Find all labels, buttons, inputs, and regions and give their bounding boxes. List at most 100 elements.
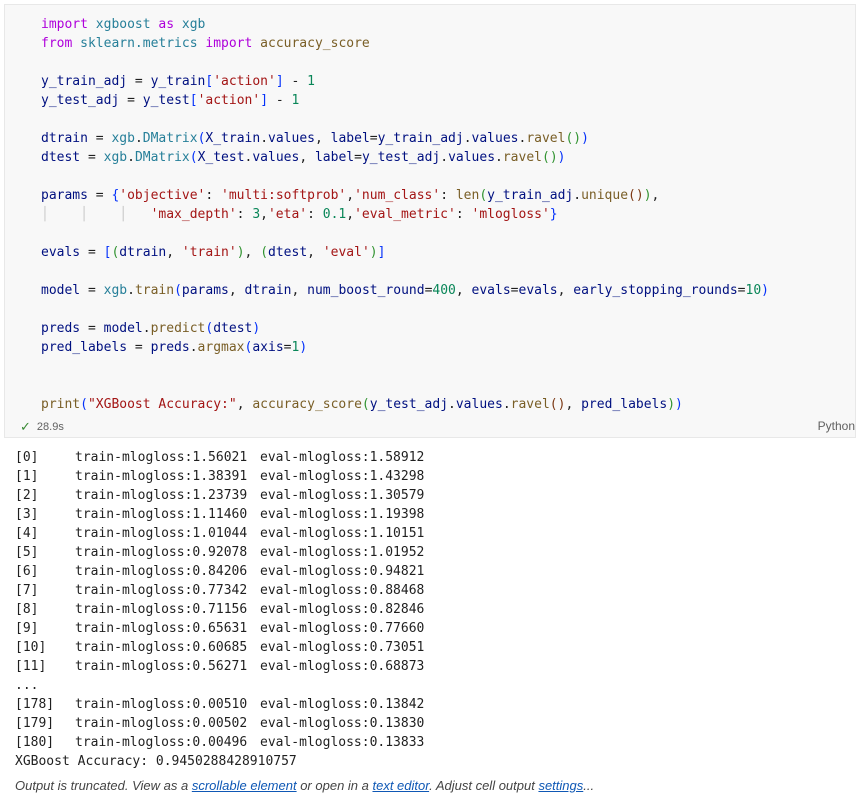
code-line: evals = [(dtrain, 'train'), (dtest, 'eva… [41,243,769,262]
output-line: [7] train-mlogloss:0.77342 eval-mlogloss:0… [15,581,424,600]
eval-loss: eval-mlogloss:1.10151 [260,526,425,541]
code-token: model [103,321,143,336]
code-token: evals [518,283,558,298]
code-token: xgb [181,17,206,32]
code-token: . [127,283,135,298]
code-token: . [134,131,143,146]
code-token: print [41,397,81,412]
eval-loss: eval-mlogloss:0.13842 [260,697,425,712]
settings-link[interactable]: settings [538,778,583,793]
train-loss: train-mlogloss:0.84206 [75,564,248,579]
iteration-index: [9] [15,621,39,636]
code-token: ravel [510,397,550,412]
code-token: values [252,150,300,165]
accuracy-output: XGBoost Accuracy: 0.9450288428910757 [15,754,297,769]
cell-language-button[interactable]: Python [818,419,855,433]
code-token: () [549,397,566,412]
code-token: 'eval_metric' [354,207,456,222]
code-token: xgb [103,283,128,298]
code-token: , [346,207,355,222]
code-token: ) [581,131,589,146]
output-line: [5] train-mlogloss:0.92078 eval-mlogloss:1… [15,543,424,562]
code-token: 400 [432,283,456,298]
text-editor-link[interactable]: text editor [372,778,429,793]
train-loss: train-mlogloss:0.71156 [75,602,248,617]
code-token: y_test_adj [361,150,441,165]
code-token: : [236,207,253,222]
code-token: , [557,283,574,298]
code-token: ] [377,245,386,260]
output-line: [4] train-mlogloss:1.01044 eval-mlogloss:1… [15,524,424,543]
code-token: ( [189,150,198,165]
code-token: y_test_adj [41,93,120,108]
code-token: y_test [142,93,190,108]
iteration-index: ... [15,678,39,693]
code-token: ) [643,188,652,203]
iteration-index: [6] [15,564,39,579]
code-token: . [448,397,456,412]
code-token: : [455,207,472,222]
output-line: [178] train-mlogloss:0.00510 eval-mlogloss… [15,695,424,714]
code-token: 'mlogloss' [471,207,550,222]
code-token: y_train_adj [487,188,574,203]
code-token: ) [369,245,378,260]
code-token: = [119,93,143,108]
code-token: values [268,131,315,146]
eval-loss: eval-mlogloss:0.88468 [260,583,425,598]
code-token: values [471,131,519,146]
code-token: , [244,245,261,260]
code-token: ) [761,283,769,298]
code-token: len [455,188,480,203]
code-token: 'action' [213,74,276,89]
eval-loss: eval-mlogloss:0.68873 [260,659,425,674]
code-token: dtest [268,245,308,260]
train-loss: train-mlogloss:0.77342 [75,583,248,598]
iteration-index: [0] [15,450,39,465]
code-token: from [41,36,73,51]
code-token: ( [80,397,88,412]
code-token: , [236,397,253,412]
code-token: , [565,397,582,412]
execution-time: 28.9s [36,421,64,433]
code-token: DMatrix [134,150,190,165]
code-line: dtest = xgb.DMatrix(X_test.values, label… [41,148,769,167]
train-loss: train-mlogloss:0.00496 [75,735,248,750]
code-token: unique [581,188,629,203]
code-token: label [330,131,370,146]
code-editor[interactable]: import xgboost as xgb from sklearn.metric… [41,15,769,414]
code-token: dtrain [41,131,88,146]
output-line: [6] train-mlogloss:0.84206 eval-mlogloss:0… [15,562,424,581]
code-token: argmax [197,340,245,355]
code-token: dtrain [244,283,292,298]
output-line: [9] train-mlogloss:0.65631 eval-mlogloss:0… [15,619,424,638]
code-cell[interactable]: import xgboost as xgb from sklearn.metric… [4,4,856,438]
scrollable-element-link[interactable]: scrollable element [192,778,297,793]
train-loss: train-mlogloss:0.60685 [75,640,248,655]
code-token: = [737,283,746,298]
code-token: xgboost [95,17,151,32]
code-token: y_train_adj [377,131,464,146]
code-token: 'eval' [322,245,370,260]
code-line: preds = model.predict(dtest) [41,319,769,338]
output-line: [11] train-mlogloss:0.56271 eval-mlogloss:… [15,657,424,676]
code-token: values [448,150,496,165]
code-token: . [189,340,198,355]
code-token: . [502,397,511,412]
code-token: params [181,283,229,298]
code-token: 3 [252,207,261,222]
eval-loss: eval-mlogloss:0.73051 [260,640,425,655]
iteration-index: [3] [15,507,39,522]
output-line: [8] train-mlogloss:0.71156 eval-mlogloss:0… [15,600,424,619]
code-token: early_stopping_rounds [573,283,738,298]
code-token: accuracy_score [260,36,370,51]
code-token: params [41,188,88,203]
code-token: () [565,131,582,146]
code-token: 1 [307,74,315,89]
iteration-index: [8] [15,602,39,617]
output-line: [180] train-mlogloss:0.00496 eval-mlogloss… [15,733,424,752]
